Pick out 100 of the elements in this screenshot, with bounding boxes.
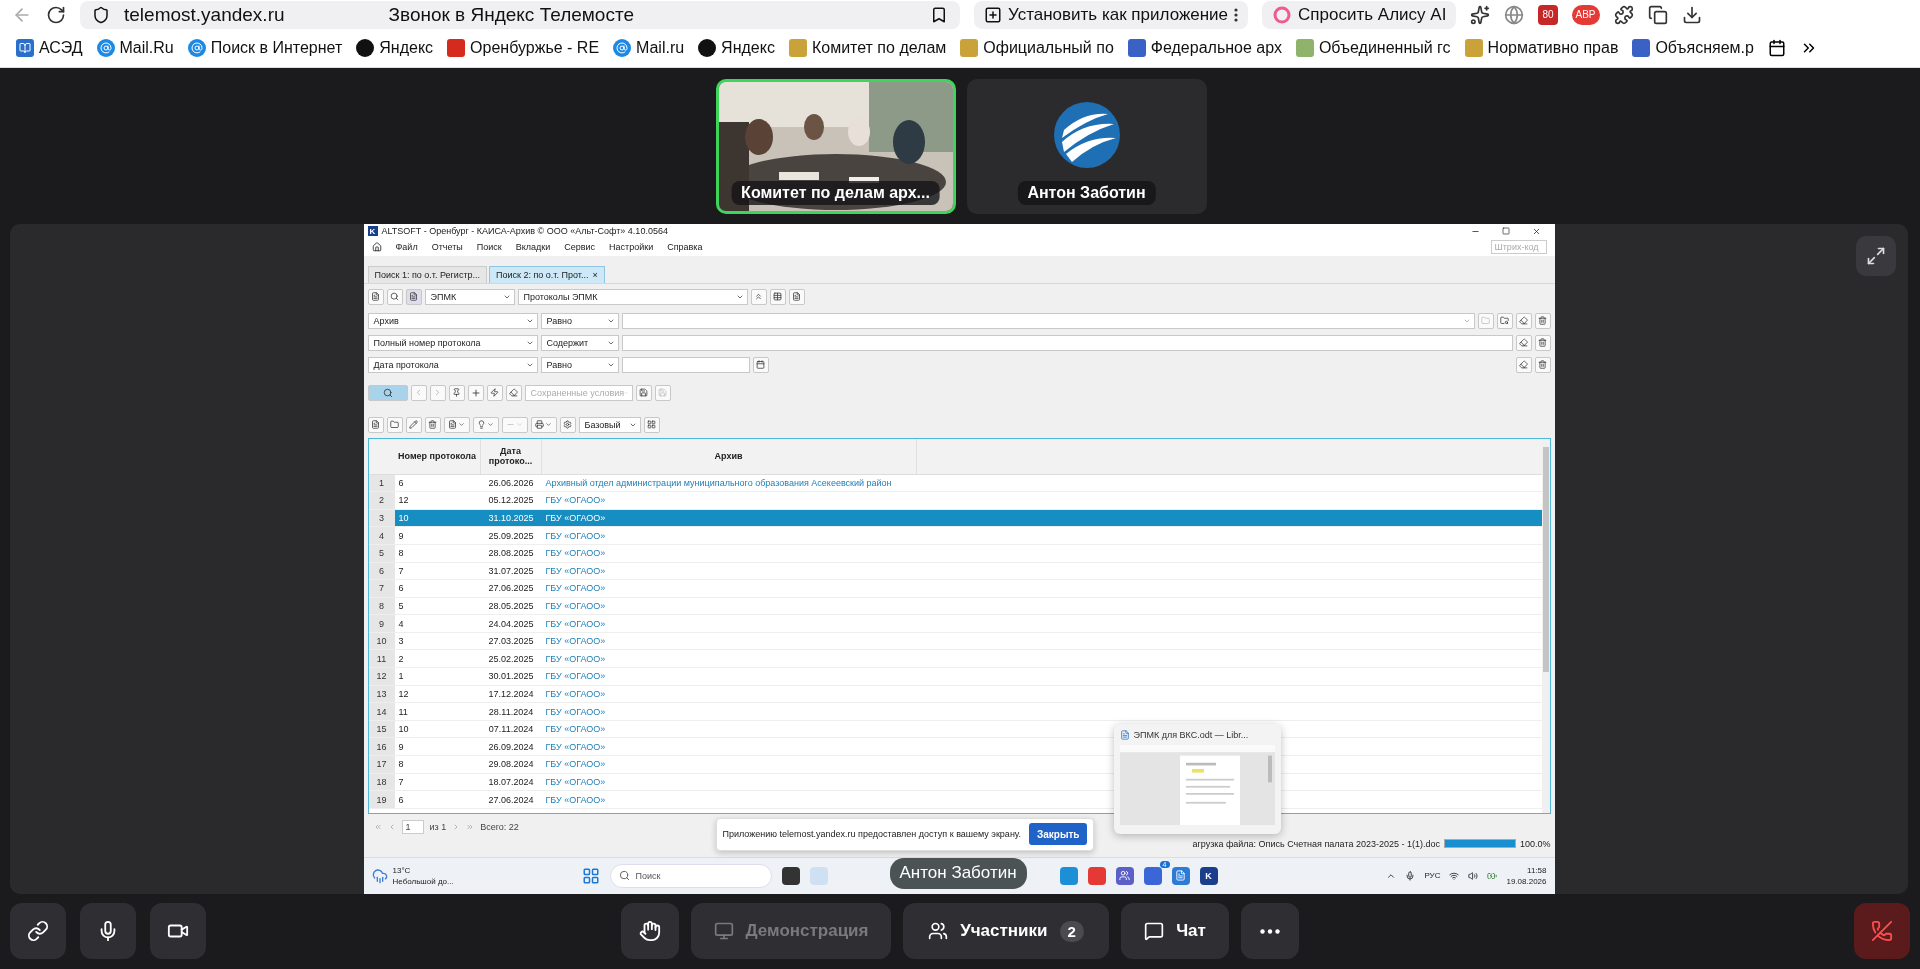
bookmark[interactable]: Объединенный гс: [1295, 39, 1451, 58]
tab[interactable]: Поиск 1: по о.т. Регистр...: [367, 265, 487, 283]
table-cell-text: 29.08.2024: [487, 758, 535, 772]
archive-link[interactable]: ГБУ «ОГАОО»: [541, 562, 610, 580]
archive-link[interactable]: ГБУ «ОГАОО»: [541, 615, 610, 632]
archive-link[interactable]: ГБУ «ОГАОО»: [541, 738, 610, 756]
table-row[interactable]: 9 4 24.04.2025 ГБУ «ОГАОО»: [368, 615, 1542, 633]
participant-tile[interactable]: Комитет по делам арх...: [715, 78, 956, 214]
bookmark[interactable]: Mail.ru: [613, 39, 685, 58]
row-number: 17: [368, 756, 395, 773]
table-cell-text: 17.12.2024: [487, 687, 535, 701]
object-type-select[interactable]: Протоколы ЭПМК: [517, 288, 748, 305]
archive-link[interactable]: ГБУ «ОГАОО»: [541, 791, 610, 808]
install-app-button[interactable]: Установить как приложение: [974, 0, 1249, 29]
adblock-badge[interactable]: ABP: [1571, 4, 1600, 25]
table-cell-text: 28.08.2025: [487, 547, 535, 561]
bookmark[interactable]: Объясняем.р: [1632, 39, 1754, 58]
taskbar-search[interactable]: Поиск: [609, 863, 772, 888]
table-cell-text: 7: [397, 775, 405, 789]
archive-link[interactable]: ГБУ «ОГАОО»: [541, 509, 610, 527]
tab[interactable]: Поиск 2: по о.т. Прот... ×: [489, 265, 605, 283]
table-cell-text: 4: [397, 617, 405, 631]
column-header[interactable]: Номер протокола: [394, 438, 481, 474]
table-cell-text: 5: [397, 600, 405, 613]
archive-link[interactable]: ГБУ «ОГАОО»: [541, 685, 610, 703]
menu-item[interactable]: Отчеты: [431, 242, 463, 253]
archive-link[interactable]: ГБУ «ОГАОО»: [541, 597, 610, 615]
table-cell-text: 12: [397, 494, 410, 508]
archive-link[interactable]: ГБУ «ОГАОО»: [541, 650, 610, 668]
source-select[interactable]: ЭПМК: [424, 288, 515, 305]
table-cell-text: 8: [397, 758, 405, 772]
bookmark[interactable]: Яндекс: [698, 39, 775, 58]
bookmark[interactable]: Официальный по: [960, 39, 1114, 58]
archive-link[interactable]: ГБУ «ОГАОО»: [541, 544, 610, 562]
menu-item[interactable]: Справка: [667, 242, 703, 253]
menu-item[interactable]: Сервис: [564, 242, 596, 253]
menu-item[interactable]: Поиск: [476, 242, 502, 253]
archive-link[interactable]: ГБУ «ОГАОО»: [541, 773, 610, 791]
archive-link[interactable]: ГБУ «ОГАОО»: [541, 492, 610, 509]
page-field[interactable]: 1: [401, 819, 424, 834]
table-cell-text: 27.03.2025: [487, 635, 535, 649]
participant-tile[interactable]: Антон Заботин: [966, 78, 1207, 214]
condition-select[interactable]: Равно: [540, 312, 619, 329]
row-number: 7: [368, 580, 395, 597]
close-button[interactable]: Закрыть: [1028, 823, 1088, 846]
app-logo: K: [367, 226, 378, 237]
tab-close[interactable]: ×: [592, 269, 598, 280]
bookmark[interactable]: АСЭД: [16, 39, 83, 58]
bookmark[interactable]: Поиск в Интернет: [187, 39, 343, 58]
progress-percent: 100.0%: [1519, 838, 1551, 849]
column-header[interactable]: Архив: [541, 438, 917, 474]
table-row[interactable]: 4 9 25.09.2025 ГБУ «ОГАОО»: [368, 527, 1542, 545]
view-select[interactable]: Базовый: [578, 416, 641, 433]
archive-link[interactable]: ГБУ «ОГАОО»: [541, 632, 610, 650]
table-cell-text: 27.06.2025: [487, 582, 535, 596]
extension-badge[interactable]: 80: [1538, 4, 1558, 25]
weather-description: Небольшой до...: [392, 876, 454, 886]
total-count: Всего: 22: [480, 821, 519, 832]
archive-link[interactable]: ГБУ «ОГАОО»: [541, 720, 610, 738]
condition-select[interactable]: Содержит: [540, 334, 619, 351]
field-select[interactable]: Дата протокола: [367, 356, 538, 373]
bookmark[interactable]: Федеральное арх: [1127, 39, 1282, 58]
column-header[interactable]: Дата протоко...: [480, 438, 542, 474]
chat-button[interactable]: Чат: [1121, 903, 1229, 960]
table-row[interactable]: 14 11 28.11.2024 ГБУ «ОГАОО»: [368, 703, 1542, 721]
table-cell-text: 25.02.2025: [487, 652, 535, 666]
bookmark[interactable]: Оренбуржье - RE: [447, 39, 600, 58]
table-row[interactable]: 12 1 30.01.2025 ГБУ «ОГАОО»: [368, 668, 1542, 686]
kaisa-app-icon[interactable]: K: [1199, 866, 1218, 885]
table-cell-text: 10: [397, 512, 410, 525]
archive-link[interactable]: ГБУ «ОГАОО»: [541, 756, 610, 773]
clock[interactable]: 11:58 19.08.2026: [1506, 865, 1547, 886]
field-select[interactable]: Полный номер протокола: [367, 334, 538, 351]
bookmark[interactable]: Нормативно прав: [1464, 39, 1619, 58]
ask-alice-button[interactable]: Спросить Алису AI: [1262, 0, 1457, 29]
archive-link[interactable]: ГБУ «ОГАОО»: [541, 668, 610, 685]
menu-item[interactable]: Вкладки: [515, 242, 551, 253]
menu-item[interactable]: Настройки: [609, 242, 654, 253]
condition-select[interactable]: Равно: [540, 356, 619, 373]
participants-button[interactable]: Участники 2: [903, 903, 1109, 960]
window-title: ALTSOFT - Оренбург - КАИСА-Архив © ООО «Альт-Софт» 4.10.0564: [381, 226, 668, 237]
language-indicator[interactable]: РУС: [1424, 871, 1441, 881]
menu-item[interactable]: Файл: [395, 242, 418, 253]
archive-link[interactable]: ГБУ «ОГАОО»: [541, 580, 610, 597]
table-cell-text: 18.07.2024: [487, 775, 535, 789]
participant-name: Комитет по делам арх...: [731, 180, 940, 205]
field-select[interactable]: Архив: [367, 312, 538, 329]
table-row[interactable]: 11 2 25.02.2025 ГБУ «ОГАОО»: [368, 650, 1542, 669]
archive-link[interactable]: ГБУ «ОГАОО»: [541, 527, 610, 544]
address-bar[interactable]: telemost.yandex.ru Звонок в Яндекс Телемосте: [80, 0, 960, 29]
table-row[interactable]: 2 12 05.12.2025 ГБУ «ОГАОО»: [368, 492, 1542, 510]
table-row[interactable]: 7 6 27.06.2025 ГБУ «ОГАОО»: [368, 580, 1542, 598]
archive-link[interactable]: Архивный отдел администрации муниципального образования Асекеевский район: [541, 474, 896, 492]
bookmark[interactable]: Яндекс: [356, 39, 434, 58]
table-cell-text: 27.06.2024: [487, 793, 535, 807]
bookmark[interactable]: Mail.Ru: [96, 39, 174, 58]
bookmark[interactable]: Комитет по делам: [788, 39, 947, 58]
table-cell-text: 10: [397, 723, 410, 737]
archive-link[interactable]: ГБУ «ОГАОО»: [541, 703, 610, 720]
table-cell-text: 31.07.2025: [487, 564, 535, 578]
